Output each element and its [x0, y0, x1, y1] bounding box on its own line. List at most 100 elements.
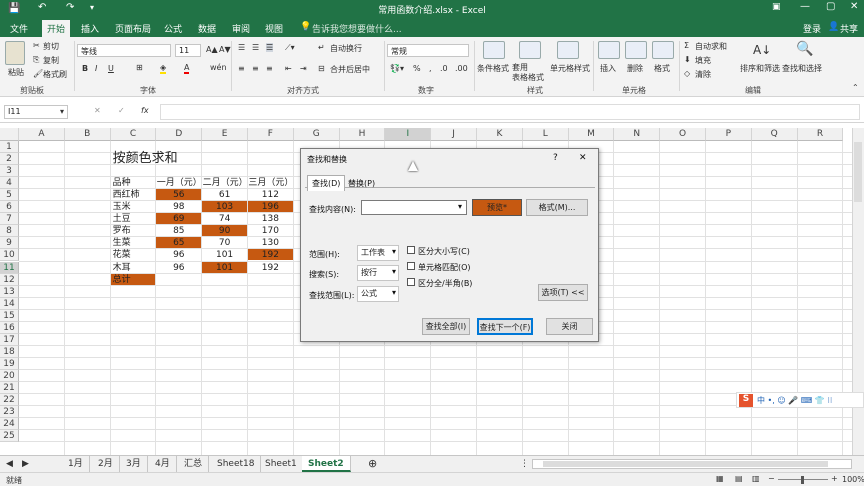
sheet-tab-1[interactable]: 1月	[62, 456, 90, 472]
row-header[interactable]: 25	[0, 430, 19, 443]
find-what-dropdown-icon[interactable]: ▾	[458, 202, 462, 211]
table-header-cell[interactable]: 二月（元）	[202, 177, 248, 189]
column-header[interactable]: J	[431, 128, 477, 141]
table-header-cell[interactable]: 三月（元）	[248, 177, 294, 189]
formula-input[interactable]	[160, 104, 860, 120]
tab-data[interactable]: 数据	[198, 22, 216, 35]
column-header[interactable]: H	[339, 128, 386, 141]
normal-view-icon[interactable]: ▦	[716, 474, 724, 483]
sheet-tab-2[interactable]: 2月	[92, 456, 120, 472]
comma-button[interactable]: ,	[429, 64, 432, 73]
table-cell[interactable]: 西红柿	[111, 189, 156, 200]
find-select-button[interactable]: 查找和选择	[782, 63, 822, 74]
table-cell[interactable]: 85	[156, 225, 201, 236]
shrink-font-icon[interactable]: A▼	[219, 45, 231, 54]
row-header[interactable]: 8	[0, 225, 19, 238]
dialog-help-button[interactable]: ?	[553, 153, 558, 163]
table-cell[interactable]: 103	[202, 201, 247, 213]
format-painter-button[interactable]: 格式刷	[43, 69, 67, 80]
column-header[interactable]: P	[706, 128, 752, 141]
table-cell[interactable]: 192	[248, 262, 293, 273]
cancel-entry-icon[interactable]: ✕	[94, 106, 101, 115]
row-header[interactable]: 23	[0, 406, 19, 419]
fill-button[interactable]: 填充	[695, 55, 711, 66]
column-header[interactable]: I	[385, 128, 432, 141]
row-header[interactable]: 17	[0, 333, 19, 346]
table-cell[interactable]: 192	[248, 249, 293, 261]
table-cell[interactable]: 69	[156, 213, 202, 225]
column-header[interactable]: M	[568, 128, 615, 141]
autosum-button[interactable]: 自动求和	[695, 41, 727, 52]
row-header[interactable]: 12	[0, 273, 19, 286]
table-cell[interactable]: 130	[248, 237, 293, 248]
column-header[interactable]: N	[614, 128, 661, 141]
row-header[interactable]: 14	[0, 297, 19, 310]
tab-page-layout[interactable]: 页面布局	[115, 22, 151, 35]
column-header[interactable]: D	[156, 128, 203, 141]
new-sheet-icon[interactable]: ⊕	[362, 456, 383, 472]
table-cell[interactable]: 112	[248, 189, 293, 200]
sheet-tab-sheet18[interactable]: Sheet18	[211, 456, 262, 472]
match-width-checkbox[interactable]	[407, 278, 415, 286]
table-cell[interactable]: 74	[202, 213, 247, 224]
copy-button[interactable]: 复制	[43, 55, 59, 66]
match-case-checkbox[interactable]	[407, 246, 415, 254]
table-cell[interactable]: 101	[202, 249, 247, 260]
table-header-cell[interactable]: 品种	[113, 177, 159, 189]
column-header[interactable]: G	[293, 128, 340, 141]
column-header[interactable]: L	[522, 128, 569, 141]
name-box-dropdown-icon[interactable]: ▾	[60, 107, 64, 116]
row-header[interactable]: 16	[0, 321, 19, 334]
tab-review[interactable]: 审阅	[232, 22, 250, 35]
scroll-first-sheet-icon[interactable]: ◀	[6, 456, 13, 472]
vertical-scroll-thumb[interactable]	[854, 142, 862, 202]
table-cell[interactable]: 90	[202, 225, 247, 237]
column-header[interactable]: A	[19, 128, 65, 141]
row-header[interactable]: 13	[0, 285, 19, 298]
name-box[interactable]: I11	[4, 105, 68, 119]
table-cell[interactable]: 61	[202, 189, 247, 200]
column-header[interactable]: B	[64, 128, 111, 141]
clear-button[interactable]: 清除	[695, 69, 711, 80]
tab-split-handle[interactable]: ⋮	[520, 456, 529, 472]
column-header[interactable]: E	[202, 128, 248, 141]
merge-center-button[interactable]: 合并后居中	[330, 64, 370, 75]
sheet-tab-sheet1[interactable]: Sheet1	[259, 456, 304, 472]
horizontal-scrollbar[interactable]	[532, 459, 852, 469]
column-header[interactable]: Q	[751, 128, 798, 141]
row-header[interactable]: 19	[0, 357, 19, 370]
table-cell[interactable]: 65	[156, 237, 202, 249]
format-button[interactable]: 格式(M)...	[526, 199, 588, 216]
table-cell[interactable]: 96	[156, 262, 201, 273]
zoom-level[interactable]: 100%	[842, 475, 864, 484]
close-dialog-button[interactable]: 关闭	[546, 318, 593, 335]
share-button[interactable]: 共享	[840, 22, 858, 35]
row-header[interactable]: 22	[0, 394, 19, 407]
zoom-in-icon[interactable]: +	[831, 474, 838, 483]
ime-mode-icon[interactable]: 中 •, ☺ 🎤 ⌨ 👕 ⁝⁝	[757, 395, 832, 406]
row-header[interactable]: 21	[0, 382, 19, 395]
horizontal-scroll-thumb[interactable]	[543, 461, 828, 467]
bold-button[interactable]: B	[82, 64, 88, 73]
accounting-icon[interactable]: 💱▾	[390, 64, 404, 73]
table-cell[interactable]: 138	[248, 213, 293, 224]
tab-formulas[interactable]: 公式	[164, 22, 182, 35]
align-bottom-icon[interactable]: ☰	[266, 43, 274, 52]
delete-cells-button[interactable]: 删除	[627, 63, 643, 74]
share-icon[interactable]: 👤	[828, 22, 839, 32]
within-dropdown-icon[interactable]: ▾	[392, 247, 396, 256]
tab-home[interactable]: 开始	[42, 20, 71, 37]
percent-button[interactable]: %	[413, 64, 421, 73]
grow-font-icon[interactable]: A▲	[206, 45, 218, 54]
paste-button[interactable]: 粘贴	[8, 67, 24, 78]
search-dropdown-icon[interactable]: ▾	[392, 267, 396, 276]
page-layout-view-icon[interactable]: ▤	[735, 474, 743, 483]
sogou-icon[interactable]: S	[739, 394, 753, 407]
find-what-input[interactable]	[361, 200, 467, 215]
cell-styles-button[interactable]: 单元格样式	[550, 63, 590, 74]
align-center-icon[interactable]: ≡	[252, 64, 259, 73]
align-right-icon[interactable]: ≡	[266, 64, 273, 73]
font-size-select[interactable]: 11	[175, 44, 201, 57]
align-middle-icon[interactable]: ☰	[252, 43, 259, 52]
table-cell[interactable]: 土豆	[111, 213, 156, 224]
